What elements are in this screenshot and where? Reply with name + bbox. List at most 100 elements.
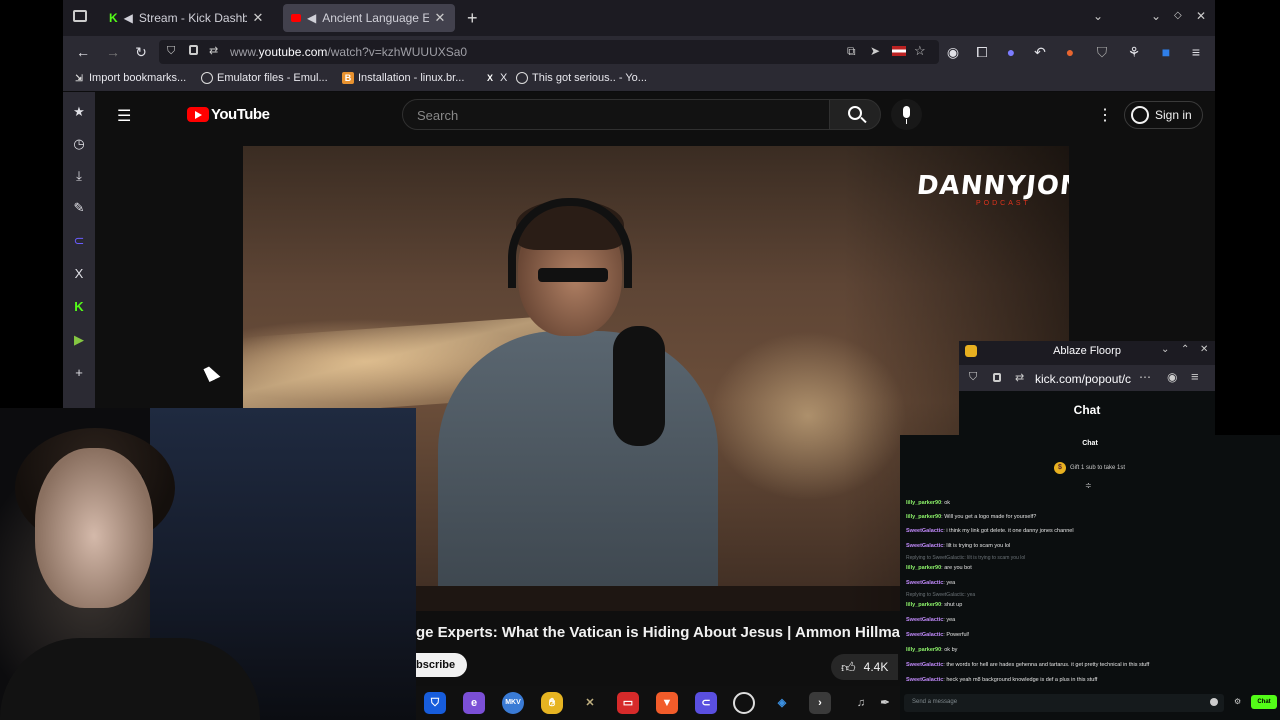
bookmarks-star-icon[interactable]: ★ (71, 104, 87, 120)
shield-icon[interactable]: ⛉ (969, 371, 977, 384)
menu-icon[interactable]: ≡ (1186, 42, 1206, 62)
obs-icon[interactable] (733, 692, 755, 714)
chat-settings-icon[interactable]: ⚙ (1234, 697, 1241, 706)
vscode-icon[interactable]: ◈ (771, 692, 793, 714)
chat-username[interactable]: SweetGalactic (906, 632, 943, 638)
emoji-icon[interactable] (1210, 698, 1218, 706)
edge-icon[interactable]: e (463, 692, 485, 714)
send-icon[interactable]: ➤ (870, 44, 880, 58)
like-button[interactable]: 👍︎ 4.4K (831, 654, 899, 680)
close-window-icon[interactable]: ✕ (1196, 9, 1206, 23)
shield-icon[interactable]: ⛉ (167, 45, 175, 58)
minimize-icon[interactable]: ⌄ (1151, 9, 1161, 23)
extensions-icon[interactable]: ⧠ (972, 42, 992, 62)
rumble-panel-icon[interactable]: ▶ (71, 332, 87, 348)
chat-username[interactable]: lilly_parker90 (906, 565, 941, 571)
permissions-icon[interactable]: ⇄ (209, 44, 218, 57)
bookmark-import[interactable]: ⇲ Import bookmarks... (73, 72, 186, 84)
bookmark-installation[interactable]: B Installation - linux.br... (342, 72, 464, 84)
brave-icon[interactable]: ▼ (656, 692, 678, 714)
app-icon[interactable]: ▭ (617, 692, 639, 714)
account-icon[interactable]: ◉ (943, 42, 963, 62)
lock-icon[interactable] (993, 373, 1001, 382)
add-panel-icon[interactable]: + (71, 365, 87, 381)
terminal-icon[interactable]: › (809, 692, 831, 714)
voice-search-button[interactable] (891, 99, 922, 130)
chat-username[interactable]: lilly_parker90 (906, 500, 941, 506)
youtube-logo[interactable]: YouTube (187, 106, 270, 123)
chat-username[interactable]: lilly_parker90 (906, 514, 941, 520)
gift-sub-banner[interactable]: $ Gift 1 sub to take 1st (1054, 462, 1125, 474)
chat-username[interactable]: SweetGalactic (906, 580, 943, 586)
chat-username[interactable]: SweetGalactic (906, 528, 943, 534)
close-tab-icon[interactable]: ✕ (251, 10, 265, 26)
close-tab-icon[interactable]: ✕ (433, 10, 447, 26)
podcast-microphone (613, 326, 665, 446)
chat-username[interactable]: SweetGalactic (906, 543, 943, 549)
picture-in-picture-icon[interactable]: ⧉ (847, 44, 856, 59)
chat-send-button[interactable]: Chat (1251, 695, 1277, 709)
floorp-web-panel-icon[interactable]: ⊂ (71, 233, 87, 249)
chat-reply-context: Replying to SweetGalactic: yea (906, 592, 976, 598)
sign-in-button[interactable]: Sign in (1124, 101, 1203, 129)
bookmark-this-got-serious[interactable]: This got serious.. - Yo... (516, 72, 647, 84)
window-close-icon[interactable]: ✕ (1200, 344, 1208, 355)
forward-icon[interactable]: → (103, 42, 123, 62)
profile-icon[interactable]: ● (1001, 42, 1021, 62)
pen-tray-icon[interactable]: ✒ (874, 692, 896, 714)
window-minimize-icon[interactable]: ⌄ (1161, 344, 1169, 355)
x-panel-icon[interactable]: X (71, 266, 87, 282)
chat-username[interactable]: SweetGalactic (906, 617, 943, 623)
bookmark-emulator[interactable]: Emulator files - Emul... (201, 72, 328, 84)
new-tab-button[interactable]: + (467, 8, 478, 29)
chat-username[interactable]: lilly_parker90 (906, 647, 941, 653)
bitwarden-icon[interactable]: ⛉ (424, 692, 446, 714)
chat-username[interactable]: SweetGalactic (906, 662, 943, 668)
menu-icon[interactable]: ≡ (1191, 369, 1199, 384)
extension-puzzle-icon[interactable]: ⚘ (1124, 42, 1144, 62)
tab-list-icon[interactable] (73, 10, 87, 22)
bookmark-x[interactable]: XX (484, 72, 507, 84)
back-icon[interactable]: ← (73, 42, 93, 62)
tab-kick-dashboard[interactable]: K ◀ Stream - Kick Dashboard ✕ (101, 4, 273, 32)
mkv-icon[interactable]: MKV (502, 692, 524, 714)
video-title: ge Experts: What the Vatican is Hiding A… (416, 624, 900, 641)
hand-icon[interactable]: ✋︎ (541, 692, 563, 714)
window-maximize-icon[interactable]: ⌃ (1181, 344, 1189, 355)
undo-icon[interactable]: ↶ (1030, 42, 1050, 62)
navigation-toolbar: ← → ↻ ⛉ ⇄ www.youtube.com/watch?v=kzhWUU… (63, 36, 1215, 68)
maximize-icon[interactable]: ◇ (1174, 10, 1182, 21)
tab-overflow-icon[interactable]: ⌄ (1093, 9, 1103, 23)
downloads-icon[interactable]: ⤓ (71, 168, 87, 184)
tab-youtube-video[interactable]: ◀ Ancient Language Expert ✕ (283, 4, 455, 32)
chat-username[interactable]: SweetGalactic (906, 677, 943, 683)
star-icon[interactable]: ☆ (914, 43, 926, 59)
like-count: 4.4K (863, 660, 889, 674)
pinned-expand-icon[interactable]: ≑ (1085, 481, 1092, 490)
floorp-icon[interactable]: ⊂ (695, 692, 717, 714)
xbox-icon[interactable]: ✕ (579, 692, 601, 714)
subscribe-button[interactable]: bscribe (416, 653, 468, 677)
more-icon[interactable]: ⋯ (1139, 370, 1151, 384)
flag-icon[interactable] (892, 46, 906, 56)
search-button[interactable] (829, 99, 881, 130)
reload-icon[interactable]: ↻ (131, 42, 151, 62)
webcam-overlay (0, 408, 416, 720)
notes-pen-icon[interactable]: ✎ (71, 200, 87, 216)
hamburger-menu-icon[interactable]: ☰ (117, 106, 131, 126)
search-input[interactable]: Search (402, 99, 830, 130)
chat-username[interactable]: lilly_parker90 (906, 602, 941, 608)
history-icon[interactable]: ◷ (71, 136, 87, 152)
chat-message-input[interactable]: Send a message (904, 694, 1224, 712)
url-field[interactable]: ⛉ ⇄ www.youtube.com/watch?v=kzhWUUUXSa0 … (159, 40, 939, 64)
more-options-icon[interactable]: ⋮ (1097, 105, 1113, 125)
floorp-url-bar[interactable]: ⛉ ⇄ kick.com/popout/c ⋯ ◉ ≡ (959, 365, 1215, 391)
extension-orange-icon[interactable]: ● (1060, 42, 1080, 62)
permissions-icon[interactable]: ⇄ (1015, 371, 1024, 384)
ublock-icon[interactable]: ⛉ (1092, 42, 1112, 62)
lock-icon[interactable] (189, 45, 198, 55)
extension-blue-icon[interactable]: ■ (1156, 42, 1176, 62)
notifications-icon[interactable]: ♫ (850, 692, 872, 714)
kick-panel-icon[interactable]: K (71, 299, 87, 315)
account-icon[interactable]: ◉ (1167, 370, 1177, 384)
